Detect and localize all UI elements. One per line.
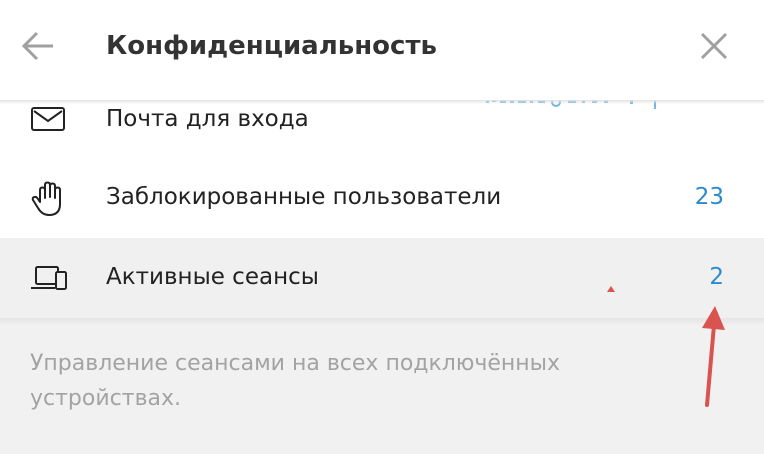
blocked-users-count: 23 <box>694 184 724 210</box>
privacy-settings-list: Почта для входа Заблокированные пользова… <box>0 80 764 318</box>
arrow-left-icon[interactable] <box>18 26 58 66</box>
list-item-blocked-users[interactable]: Заблокированные пользователи 23 <box>0 158 764 238</box>
list-item-label: Заблокированные пользователи <box>106 184 502 210</box>
active-sessions-description: Управление сеансами на всех подключённых… <box>30 351 561 411</box>
close-icon[interactable] <box>694 26 734 66</box>
settings-header: Конфиденциальность <box>0 0 764 100</box>
active-sessions-count: 2 <box>709 264 724 290</box>
header-divider <box>0 100 764 104</box>
devices-icon <box>31 266 67 290</box>
envelope-icon <box>31 107 65 131</box>
page-title: Конфиденциальность <box>106 31 437 61</box>
raised-hand-icon <box>31 181 61 216</box>
section-divider <box>0 318 764 330</box>
list-item-label: Активные сеансы <box>106 264 319 290</box>
list-item-active-sessions[interactable]: Активные сеансы 2 <box>0 238 764 318</box>
list-item-label: Почта для входа <box>106 106 309 132</box>
